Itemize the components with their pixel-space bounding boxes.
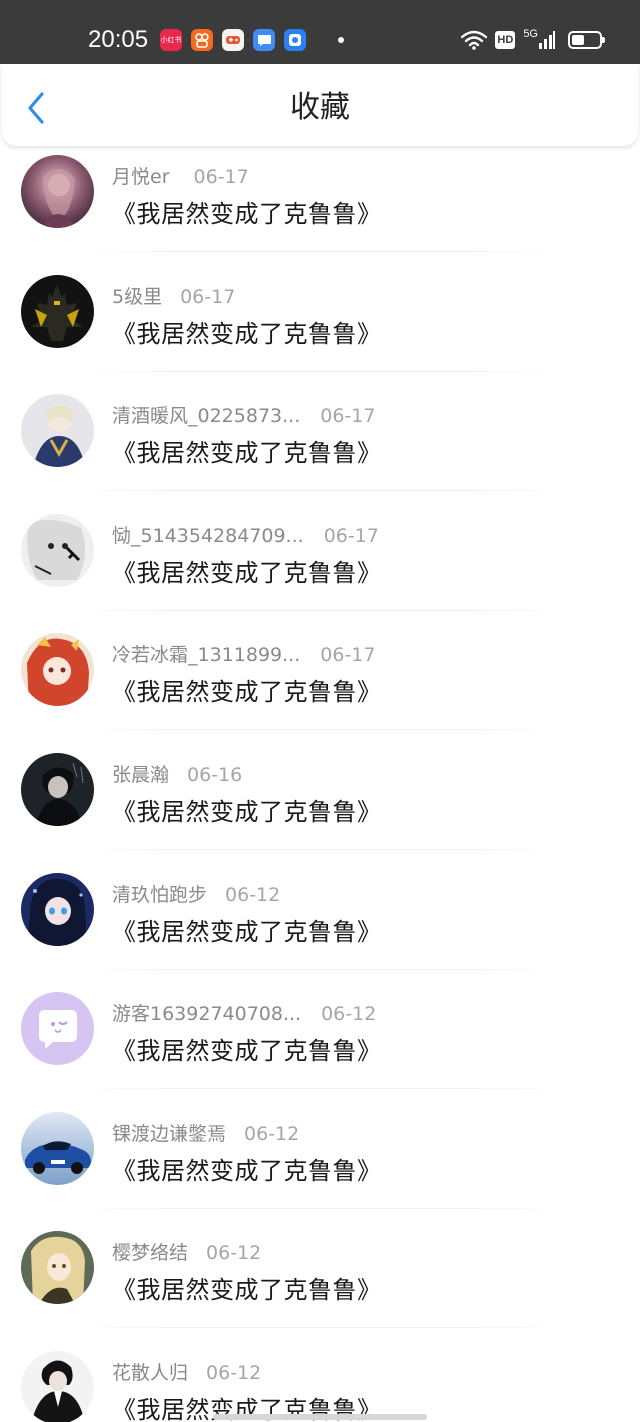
more-notifications-dot	[338, 37, 344, 43]
item-date: 06-17	[320, 405, 376, 428]
page-title: 收藏	[290, 90, 350, 125]
item-meta: 清酒暖风_0225873... 06-17	[112, 401, 375, 428]
list-item[interactable]: 樱梦络结 06-12 《我居然变成了克鲁鲁》	[0, 1231, 640, 1351]
item-meta: 游客16392740708... 06-12	[112, 999, 376, 1026]
item-title[interactable]: 《我居然变成了克鲁鲁》	[112, 433, 382, 468]
list-item[interactable]: 游客16392740708... 06-12 《我居然变成了克鲁鲁》	[0, 992, 640, 1112]
list-item[interactable]: 清玖怕跑步 06-12 《我居然变成了克鲁鲁》	[0, 872, 640, 993]
item-title[interactable]: 《我居然变成了克鲁鲁》	[112, 314, 382, 349]
item-title[interactable]: 《我居然变成了克鲁鲁》	[112, 1151, 382, 1186]
user-name[interactable]: 张晨瀚	[112, 760, 169, 787]
xiaohongshu-label: 小红书	[160, 37, 182, 44]
item-date: 06-12	[225, 883, 281, 906]
item-meta: 张晨瀚 06-16	[112, 760, 242, 787]
camera-icon	[284, 29, 306, 51]
user-name[interactable]: 月悦er	[112, 162, 170, 189]
divider	[98, 251, 542, 252]
avatar[interactable]	[21, 633, 94, 707]
divider	[98, 490, 542, 492]
message-icon	[253, 29, 275, 51]
divider	[98, 1088, 542, 1090]
avatar[interactable]	[21, 872, 94, 946]
item-meta: 樱梦络结 06-12	[112, 1238, 261, 1265]
user-name[interactable]: 锞渡边谦鐅焉	[112, 1119, 226, 1146]
item-date: 06-12	[206, 1242, 262, 1265]
item-date: 06-12	[321, 1003, 377, 1026]
avatar[interactable]	[21, 992, 94, 1066]
avatar[interactable]	[21, 1231, 94, 1305]
user-name[interactable]: 樱梦络结	[112, 1238, 188, 1265]
item-title[interactable]: 《我居然变成了克鲁鲁》	[112, 1031, 382, 1066]
user-name[interactable]: 花散人归	[112, 1358, 188, 1385]
item-title[interactable]: 《我居然变成了克鲁鲁》	[112, 1270, 382, 1305]
item-title[interactable]: 《我居然变成了克鲁鲁》	[112, 194, 382, 229]
item-date: 06-16	[187, 763, 243, 786]
divider	[98, 609, 542, 611]
item-date: 06-12	[206, 1361, 262, 1384]
list-item[interactable]: 张晨瀚 06-16 《我居然变成了克鲁鲁》	[0, 752, 640, 873]
item-title[interactable]: 《我居然变成了克鲁鲁》	[112, 792, 382, 827]
user-name[interactable]: 恸_514354284709...	[112, 521, 304, 548]
notification-icons: 小红书	[160, 29, 344, 51]
avatar[interactable]	[21, 513, 94, 587]
user-name[interactable]: 游客16392740708...	[112, 999, 301, 1026]
item-meta: 月悦er 06-17	[112, 162, 249, 189]
battery-level	[572, 35, 584, 45]
item-title[interactable]: 《我居然变成了克鲁鲁》	[112, 553, 382, 588]
hd-badge: HD	[495, 31, 516, 49]
list-item[interactable]: 冷若冰霜_1311899... 06-17 《我居然变成了克鲁鲁》	[0, 633, 640, 753]
item-meta: 冷若冰霜_1311899... 06-17	[112, 640, 375, 667]
network-type: 5G	[523, 28, 538, 40]
item-date: 06-17	[323, 524, 379, 547]
item-meta: 清玖怕跑步 06-12	[112, 880, 280, 907]
item-meta: 5级里 06-17	[112, 282, 235, 309]
game-center-icon	[222, 29, 244, 51]
wifi-icon	[461, 30, 488, 50]
item-meta: 恸_514354284709... 06-17	[112, 521, 379, 548]
list-item[interactable]: 5级里 06-17 《我居然变成了克鲁鲁》	[0, 274, 640, 395]
list-item[interactable]: 花散人归 06-12 《我居然变成了克鲁鲁》	[0, 1350, 640, 1422]
user-name[interactable]: 冷若冰霜_1311899...	[112, 640, 300, 667]
item-meta: 锞渡边谦鐅焉 06-12	[112, 1119, 299, 1146]
divider	[98, 729, 542, 731]
status-bar: 20:05 小红书 HD 5G	[0, 0, 640, 64]
item-title[interactable]: 《我居然变成了克鲁鲁》	[112, 672, 382, 707]
kuaishou-icon	[191, 29, 213, 51]
home-indicator[interactable]	[213, 1414, 427, 1420]
app-screen: 20:05 小红书 HD 5G 收藏 月悦er 06-17 《我居然变成了克鲁鲁…	[0, 0, 640, 1422]
divider	[98, 848, 542, 850]
signal-icon	[539, 31, 555, 49]
favorites-list: 月悦er 06-17 《我居然变成了克鲁鲁》 5级里 06-17 《我居然变成了克鲁…	[0, 155, 640, 1422]
avatar[interactable]	[21, 394, 94, 468]
divider	[98, 370, 542, 372]
list-item[interactable]: 清酒暖风_0225873... 06-17 《我居然变成了克鲁鲁》	[0, 394, 640, 514]
user-name[interactable]: 清酒暖风_0225873...	[112, 401, 300, 428]
item-title[interactable]: 《我居然变成了克鲁鲁》	[112, 912, 382, 947]
list-item[interactable]: 恸_514354284709... 06-17 《我居然变成了克鲁鲁》	[0, 513, 640, 634]
divider	[98, 968, 542, 970]
item-date: 06-17	[320, 644, 376, 667]
list-item[interactable]: 锞渡边谦鐅焉 06-12 《我居然变成了克鲁鲁》	[0, 1111, 640, 1232]
avatar[interactable]	[21, 274, 94, 348]
battery-icon	[568, 31, 605, 49]
top-app-bar: 收藏	[2, 64, 638, 146]
avatar[interactable]	[21, 1350, 94, 1422]
divider	[98, 1327, 542, 1329]
avatar[interactable]	[21, 752, 94, 826]
item-meta: 花散人归 06-12	[112, 1358, 261, 1385]
status-time: 20:05	[88, 26, 149, 53]
divider	[98, 1207, 542, 1209]
avatar[interactable]	[21, 1111, 94, 1185]
status-indicators: HD 5G	[461, 28, 605, 52]
item-date: 06-17	[180, 285, 236, 308]
xiaohongshu-icon: 小红书	[160, 29, 182, 51]
list-item[interactable]: 月悦er 06-17 《我居然变成了克鲁鲁》	[0, 155, 640, 275]
item-date: 06-12	[244, 1122, 300, 1145]
user-name[interactable]: 清玖怕跑步	[112, 880, 207, 907]
avatar[interactable]	[21, 155, 94, 228]
user-name[interactable]: 5级里	[112, 282, 162, 309]
item-date: 06-17	[193, 166, 249, 188]
